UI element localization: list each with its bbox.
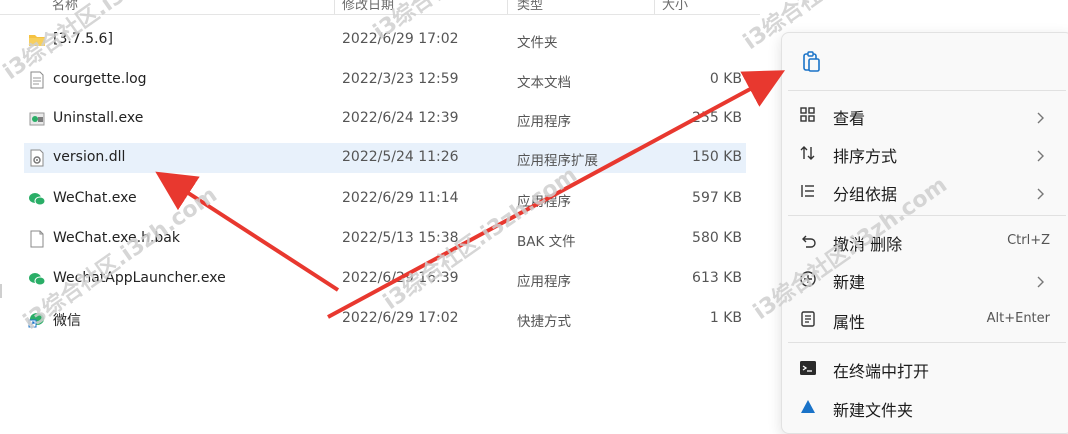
file-type: BAK 文件	[517, 234, 576, 250]
file-type: 应用程序	[517, 274, 571, 290]
properties-icon	[798, 309, 818, 329]
chevron-right-icon	[1034, 273, 1046, 288]
column-header-bar: 名称 修改日期 类型 大小	[0, 0, 760, 15]
file-row[interactable]: WechatAppLauncher.exe 2022/6/29 16:39 应用…	[24, 264, 746, 294]
file-date: 2022/6/29 17:02	[342, 31, 459, 47]
file-size: 597 KB	[692, 190, 742, 206]
menu-item-label: 查看	[833, 109, 866, 128]
file-type: 文件夹	[517, 35, 558, 51]
column-header-size[interactable]: 大小	[662, 0, 688, 13]
file-size: 150 KB	[692, 149, 742, 165]
menu-item-new[interactable]: 新建	[786, 261, 1066, 297]
file-size: 255 KB	[692, 110, 742, 126]
menu-item-label: 属性	[833, 313, 866, 332]
chevron-right-icon	[1034, 109, 1046, 124]
file-row[interactable]: 微信 2022/6/29 17:02 快捷方式 1 KB	[24, 304, 746, 334]
menu-divider	[788, 342, 1066, 343]
file-name: Uninstall.exe	[53, 110, 144, 126]
shortcut-icon	[28, 310, 46, 328]
file-row[interactable]: [3.7.5.6] 2022/6/29 17:02 文件夹	[24, 25, 746, 55]
folder-icon	[28, 31, 46, 49]
menu-item-label: 撤消 删除	[833, 235, 903, 254]
file-row[interactable]: Uninstall.exe 2022/6/24 12:39 应用程序 255 K…	[24, 104, 746, 134]
menu-item-view[interactable]: 查看	[786, 97, 1066, 133]
terminal-icon	[798, 358, 818, 378]
context-menu: 查看 排序方式 分组依据 撤消 删除 Ctrl+Z 新建 属性 Alt+Ente…	[781, 32, 1068, 434]
file-name: [3.7.5.6]	[53, 31, 113, 47]
file-row-selected[interactable]: version.dll 2022/5/24 11:26 应用程序扩展 150 K…	[24, 143, 746, 173]
menu-divider	[788, 90, 1066, 91]
file-explorer-pane: 名称 修改日期 类型 大小 [3.7.5.6] 2022/6/29 17:02 …	[0, 0, 760, 406]
file-type: 应用程序	[517, 194, 571, 210]
file-date: 2022/6/29 11:14	[342, 190, 459, 206]
menu-item-label: 新建	[833, 273, 866, 292]
text-file-icon	[28, 71, 46, 89]
menu-item-label: 分组依据	[833, 185, 898, 204]
menu-item-shortcut: Ctrl+Z	[1007, 233, 1050, 248]
column-divider[interactable]	[334, 0, 335, 14]
quick-actions-bar	[782, 33, 1068, 89]
file-size: 613 KB	[692, 270, 742, 286]
dll-file-icon	[28, 149, 46, 167]
column-header-type[interactable]: 类型	[517, 0, 543, 13]
file-name: version.dll	[53, 149, 126, 165]
sort-icon	[798, 143, 818, 163]
file-date: 2022/6/29 17:02	[342, 310, 459, 326]
menu-item-label: 在终端中打开	[833, 362, 930, 381]
file-row[interactable]: WeChat.exe.h.bak 2022/5/13 15:38 BAK 文件 …	[24, 224, 746, 254]
scroll-indicator[interactable]	[0, 284, 2, 298]
uninstall-exe-icon	[28, 110, 46, 128]
file-name: WeChat.exe	[53, 190, 137, 206]
wechat-icon	[28, 270, 46, 288]
undo-icon	[798, 231, 818, 251]
column-divider[interactable]	[507, 0, 508, 14]
menu-item-sort[interactable]: 排序方式	[786, 135, 1066, 171]
file-date: 2022/6/24 12:39	[342, 110, 459, 126]
file-name: courgette.log	[53, 71, 147, 87]
file-name: WeChat.exe.h.bak	[53, 230, 180, 246]
file-date: 2022/5/24 11:26	[342, 149, 459, 165]
column-divider[interactable]	[654, 0, 655, 14]
file-row[interactable]: WeChat.exe 2022/6/29 11:14 应用程序 597 KB	[24, 184, 746, 214]
paste-icon[interactable]	[800, 51, 822, 73]
file-type: 快捷方式	[517, 314, 571, 330]
menu-item-label: 新建文件夹	[833, 401, 914, 420]
file-size: 0 KB	[709, 71, 742, 87]
new-folder-icon	[798, 397, 818, 417]
file-name: WechatAppLauncher.exe	[53, 270, 226, 286]
group-by-icon	[798, 181, 818, 201]
menu-item-group-by[interactable]: 分组依据	[786, 173, 1066, 209]
file-date: 2022/3/23 12:59	[342, 71, 459, 87]
menu-item-new-folder[interactable]: 新建文件夹	[786, 389, 1066, 425]
menu-item-undo-delete[interactable]: 撤消 删除 Ctrl+Z	[786, 223, 1066, 259]
file-type: 应用程序扩展	[517, 153, 598, 169]
new-icon	[798, 269, 818, 289]
chevron-right-icon	[1034, 147, 1046, 162]
file-name: 微信	[53, 313, 81, 329]
view-icon	[798, 105, 818, 125]
file-row[interactable]: courgette.log 2022/3/23 12:59 文本文档 0 KB	[24, 65, 746, 95]
menu-item-shortcut: Alt+Enter	[986, 311, 1050, 326]
blank-file-icon	[28, 230, 46, 248]
chevron-right-icon	[1034, 185, 1046, 200]
file-type: 文本文档	[517, 75, 571, 91]
column-header-date[interactable]: 修改日期	[342, 0, 394, 13]
wechat-icon	[28, 190, 46, 208]
file-size: 1 KB	[709, 310, 742, 326]
file-type: 应用程序	[517, 114, 571, 130]
file-date: 2022/5/13 15:38	[342, 230, 459, 246]
menu-item-open-in-terminal[interactable]: 在终端中打开	[786, 350, 1066, 386]
column-header-name[interactable]: 名称	[52, 0, 78, 13]
file-date: 2022/6/29 16:39	[342, 270, 459, 286]
menu-item-properties[interactable]: 属性 Alt+Enter	[786, 301, 1066, 337]
menu-item-label: 排序方式	[833, 147, 898, 166]
file-size: 580 KB	[692, 230, 742, 246]
menu-divider	[788, 215, 1066, 216]
